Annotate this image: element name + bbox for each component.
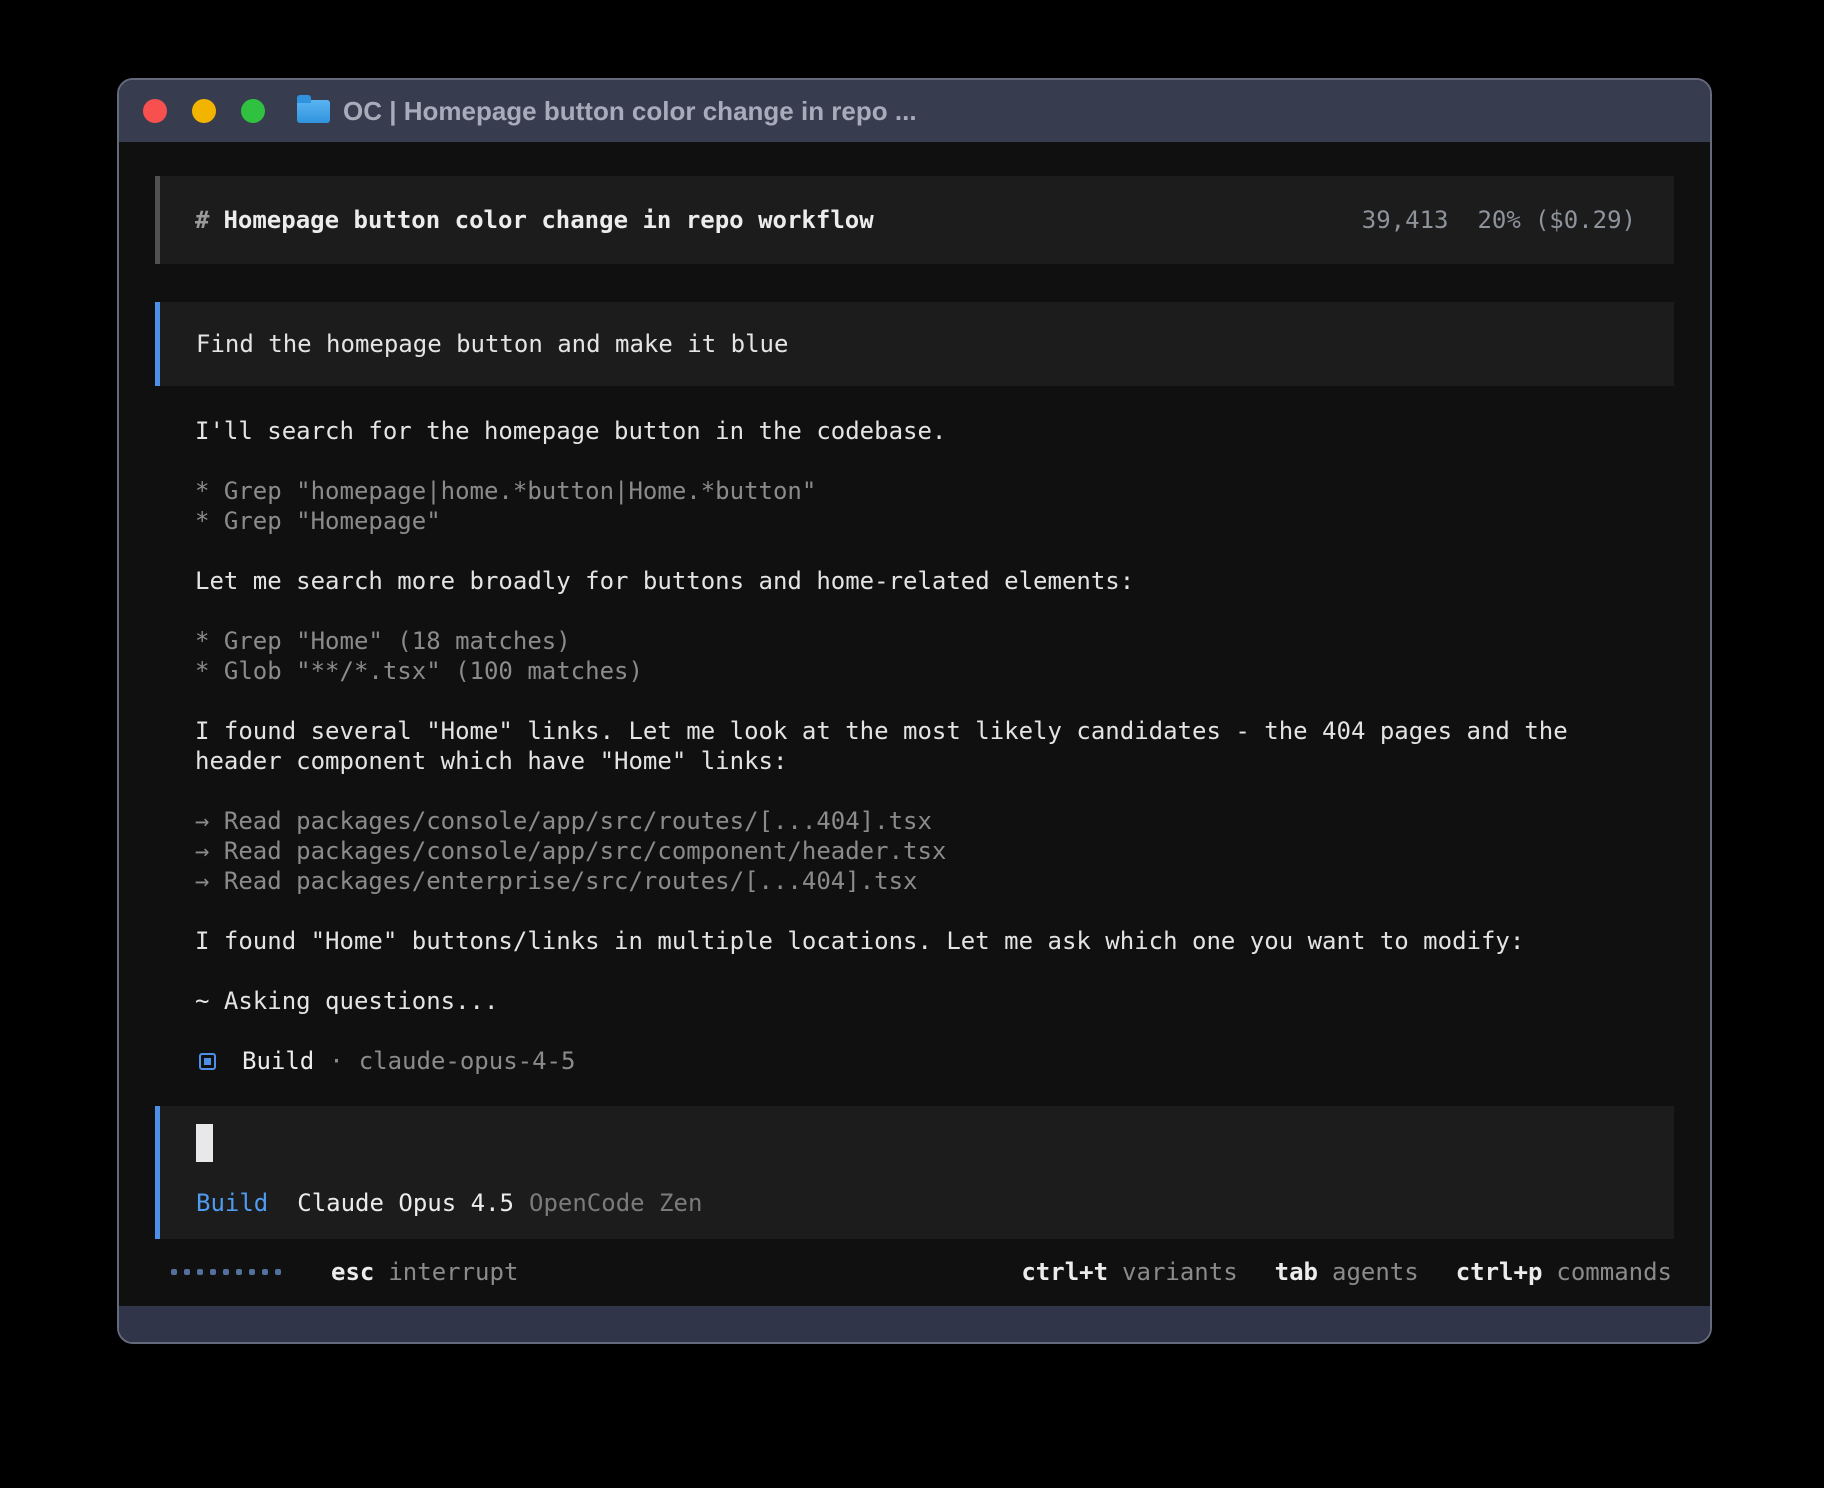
agent-status-line: Build · claude-opus-4-5 [195,1046,1615,1076]
keybind-agents: tab agents [1275,1258,1419,1286]
agent-name: Build [242,1047,314,1075]
window-footer [119,1306,1710,1342]
key-ctrl-t: ctrl+t [1021,1258,1108,1286]
session-header: # Homepage button color change in repo wo… [155,176,1674,264]
tool-call-glob: * Glob "**/*.tsx" (100 matches) [195,656,1615,686]
minimize-button[interactable] [192,99,216,123]
agent-model: claude-opus-4-5 [359,1047,576,1075]
assistant-text: I found several "Home" links. Let me loo… [195,716,1615,776]
key-ctrl-p: ctrl+p [1456,1258,1543,1286]
assistant-transcript: I'll search for the homepage button in t… [155,416,1615,1076]
spinner-dot [275,1269,281,1275]
tool-call-grep: * Grep "homepage|home.*button|Home.*butt… [195,476,1615,506]
tool-call-grep: * Grep "Homepage" [195,506,1615,536]
session-title-line: # Homepage button color change in repo wo… [195,206,874,234]
build-agent-icon [199,1053,216,1070]
keybind-variants: ctrl+t variants [1021,1258,1237,1286]
user-message-text: Find the homepage button and make it blu… [196,330,788,358]
spinner-dot [210,1269,216,1275]
spinner-dot [249,1269,255,1275]
status-right: ctrl+t variants tab agents ctrl+p commands [984,1258,1672,1286]
status-line-asking: ~ Asking questions... [195,986,1615,1016]
key-tab: tab [1275,1258,1318,1286]
spinner-dot [236,1269,242,1275]
tool-call-read: → Read packages/enterprise/src/routes/[.… [195,866,1615,896]
status-bar: esc interrupt ctrl+t variants tab agents c… [155,1257,1674,1287]
session-stats: 39,413 20% ($0.29) [1362,206,1636,234]
tool-call-read: → Read packages/console/app/src/componen… [195,836,1615,866]
provider-name: OpenCode Zen [529,1189,702,1217]
model-name: Claude Opus 4.5 [297,1189,514,1217]
traffic-lights [143,99,265,123]
token-count: 39,413 [1362,206,1449,234]
tool-call-read: → Read packages/console/app/src/routes/[… [195,806,1615,836]
titlebar[interactable]: OC | Homepage button color change in rep… [119,80,1710,142]
spinner-dot [223,1269,229,1275]
session-cost: ($0.29) [1535,206,1636,234]
keybind-commands: ctrl+p commands [1456,1258,1672,1286]
hint-agents: agents [1332,1258,1419,1286]
spinner-dot [171,1269,177,1275]
zoom-button[interactable] [241,99,265,123]
context-percent: 20% [1477,206,1520,234]
assistant-text: I'll search for the homepage button in t… [195,416,1615,446]
assistant-text: I found "Home" buttons/links in multiple… [195,926,1615,956]
hint-commands: commands [1556,1258,1672,1286]
prompt-input[interactable]: Build Claude Opus 4.5 OpenCode Zen [155,1106,1674,1239]
user-message: Find the homepage button and make it blu… [155,302,1674,386]
hint-interrupt: interrupt [388,1258,518,1286]
status-left: esc interrupt [171,1258,518,1286]
session-title: Homepage button color change in repo wor… [223,206,873,234]
window-title: OC | Homepage button color change in rep… [343,96,917,127]
input-meta: Build Claude Opus 4.5 OpenCode Zen [196,1188,1638,1218]
folder-icon [297,100,330,123]
close-button[interactable] [143,99,167,123]
terminal-window: OC | Homepage button color change in rep… [117,78,1712,1344]
tool-call-grep: * Grep "Home" (18 matches) [195,626,1615,656]
spinner-dot [184,1269,190,1275]
spinner-dot [262,1269,268,1275]
spinner-dot [197,1269,203,1275]
session-view: # Homepage button color change in repo wo… [119,142,1710,1306]
markdown-hash: # [195,206,209,234]
assistant-text: Let me search more broadly for buttons a… [195,566,1615,596]
text-cursor [196,1124,213,1162]
working-spinner [171,1269,281,1275]
hint-variants: variants [1122,1258,1238,1286]
agent-mode-badge: Build [196,1189,268,1217]
key-esc: esc [331,1258,374,1286]
agent-separator: · [329,1047,343,1075]
